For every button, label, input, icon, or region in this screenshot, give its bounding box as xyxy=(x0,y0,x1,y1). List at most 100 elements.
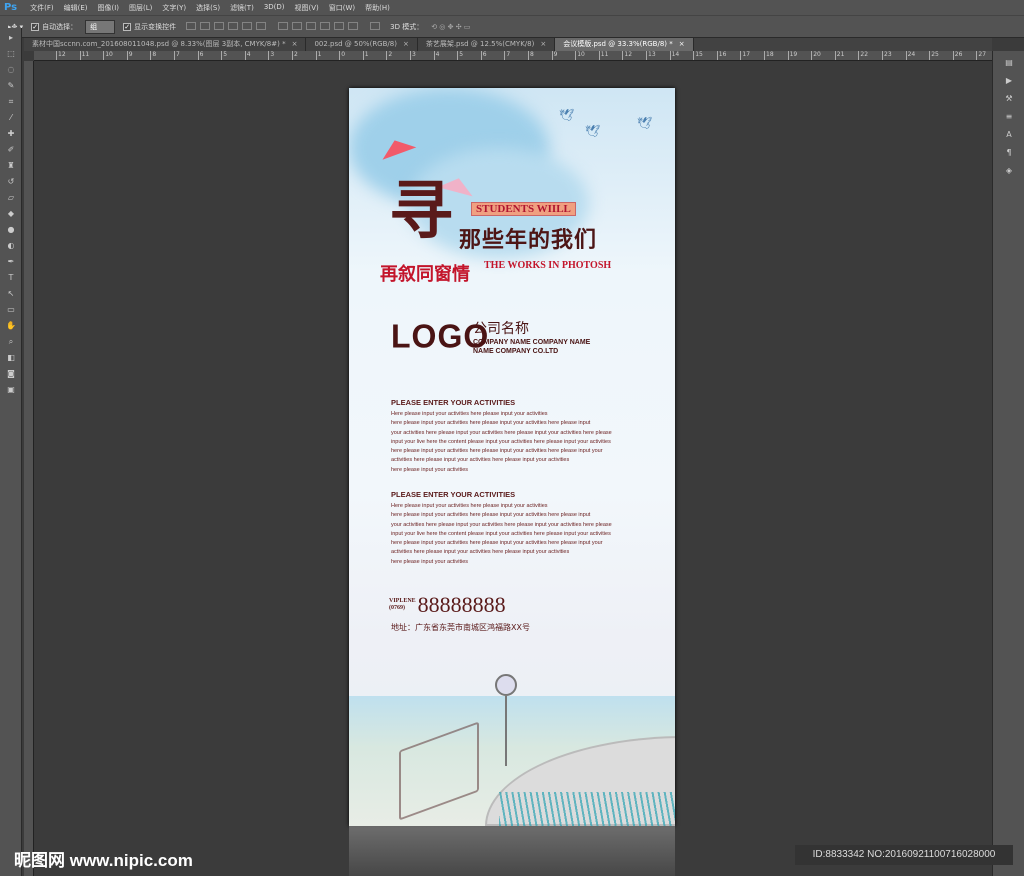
block-line: Here please input your activities here p… xyxy=(391,411,548,417)
hand-tool-icon[interactable]: ✋ xyxy=(4,320,18,332)
ruler-label: 11 xyxy=(598,51,608,60)
ruler-label: 14 xyxy=(669,51,679,60)
menu-item[interactable]: 选择(S) xyxy=(191,3,225,13)
history-brush-icon[interactable]: ↺ xyxy=(4,176,18,188)
tab-label: 素材中国sccnn.com_201608011048.psd @ 8.33%(图… xyxy=(32,40,286,48)
block-line: here please input your activities here p… xyxy=(391,540,603,547)
auto-align-icon[interactable] xyxy=(368,21,382,32)
image-id: ID:8833342 NO:20160921100716028000 xyxy=(795,845,1013,865)
menu-item[interactable]: 文字(Y) xyxy=(157,3,191,13)
bird-icon: 🕊 xyxy=(585,124,601,138)
3d-mode-icons[interactable]: ⟲ ◎ ✥ ✣ ▭ xyxy=(431,23,470,31)
menu-item[interactable]: 窗口(W) xyxy=(324,3,360,13)
ruler-label: 25 xyxy=(929,51,939,60)
stamp-tool-icon[interactable]: ♜ xyxy=(4,160,18,172)
block-line: input your live here the content please … xyxy=(391,438,611,445)
ruler-label: 4 xyxy=(433,51,439,60)
activities-block: PLEASE ENTER YOUR ACTIVITIES Here please … xyxy=(391,398,651,475)
block-line: here please input your activities here p… xyxy=(391,448,603,455)
path-select-icon[interactable]: ↖ xyxy=(4,288,18,300)
ruler-label: 26 xyxy=(952,51,962,60)
color-swatches-icon[interactable]: ◧ xyxy=(4,352,18,364)
actions-icon[interactable]: ▶ xyxy=(1002,75,1016,87)
ruler-label: 11 xyxy=(79,51,89,60)
menu-item[interactable]: 图像(I) xyxy=(93,3,125,13)
menu-item[interactable]: 帮助(H) xyxy=(360,3,395,13)
ruler-label: 18 xyxy=(764,51,774,60)
menu-item[interactable]: 编辑(E) xyxy=(59,3,93,13)
close-icon[interactable]: × xyxy=(679,40,685,48)
ruler-label: 7 xyxy=(504,51,510,60)
ruler-label: 8 xyxy=(150,51,156,60)
sign-pole xyxy=(505,696,507,766)
ruler-label: 6 xyxy=(197,51,203,60)
menu-item[interactable]: 滤镜(T) xyxy=(225,3,259,13)
marquee-tool-icon[interactable]: ⬚ xyxy=(4,48,18,60)
document-tab[interactable]: 茶艺展架.psd @ 12.5%(CMYK/8) × xyxy=(418,38,556,51)
distribute-icons[interactable] xyxy=(276,21,360,32)
dodge-tool-icon[interactable]: ◐ xyxy=(4,240,18,252)
quick-select-tool-icon[interactable]: ✎ xyxy=(4,80,18,92)
ruler-label: 24 xyxy=(905,51,915,60)
bird-icon: 🕊 xyxy=(559,108,575,122)
adjustments-icon[interactable]: ≡ xyxy=(1002,111,1016,123)
3d-icon[interactable]: ◈ xyxy=(1002,165,1016,177)
works-label: THE WORKS IN PHOTOSH xyxy=(484,260,612,271)
block-line: here please input your activities xyxy=(391,466,469,473)
ruler-label: 13 xyxy=(646,51,656,60)
grass-graphic xyxy=(499,792,675,826)
ruler-label: 4 xyxy=(244,51,251,60)
menu-item[interactable]: 文件(F) xyxy=(25,3,59,13)
eraser-tool-icon[interactable]: ▱ xyxy=(4,192,18,204)
block-title: PLEASE ENTER YOUR ACTIVITIES xyxy=(391,398,516,407)
ruler-label: 1 xyxy=(315,51,321,60)
block-line: activities here please input your activi… xyxy=(391,549,570,556)
show-transform-checkbox[interactable]: ✓ 显示变换控件 xyxy=(123,22,176,32)
zoom-tool-icon[interactable]: ⌕ xyxy=(4,336,18,348)
pen-tool-icon[interactable]: ✒ xyxy=(4,256,18,268)
close-icon[interactable]: × xyxy=(403,40,409,48)
lasso-tool-icon[interactable]: ◌ xyxy=(4,64,18,76)
auto-select-label: 自动选择： xyxy=(42,22,78,31)
crop-tool-icon[interactable]: ⌗ xyxy=(4,96,18,108)
move-tool-icon[interactable]: ▸ xyxy=(4,32,18,44)
shape-tool-icon[interactable]: ▭ xyxy=(4,304,18,316)
quick-mask-icon[interactable]: ◙ xyxy=(4,368,18,380)
close-icon[interactable]: × xyxy=(540,40,546,48)
bucket-tool-icon[interactable]: ◆ xyxy=(4,208,18,220)
ruler-label: 9 xyxy=(551,51,557,60)
block-line: here please input your activities here p… xyxy=(391,420,591,427)
eyedropper-tool-icon[interactable]: ⁄ xyxy=(4,112,18,124)
blur-tool-icon[interactable]: ● xyxy=(4,224,18,236)
align-icons[interactable] xyxy=(184,21,268,32)
phone-value: 88888888 xyxy=(417,592,506,617)
options-bar: ▸✥ ▾ ✓ 自动选择： 组 ✓ 显示变换控件 3D 模式： ⟲ ◎ ✥ ✣ ▭ xyxy=(0,15,1024,38)
paragraph-icon[interactable]: ¶ xyxy=(1002,147,1016,159)
menu-item[interactable]: 视图(V) xyxy=(290,3,324,13)
poster-canvas[interactable]: 🕊 🕊 🕊 寻 STUDENTS WIILL 那些年的我们 再叙同窗情 THE … xyxy=(349,88,675,826)
menu-item[interactable]: 3D(D) xyxy=(259,3,290,13)
history-icon[interactable]: ▤ xyxy=(1002,57,1016,69)
auto-select-dropdown[interactable]: 组 xyxy=(85,19,116,34)
tool-presets-icon[interactable]: ⚒ xyxy=(1002,93,1016,105)
ruler-label: 17 xyxy=(740,51,750,60)
screen-mode-icon[interactable]: ▣ xyxy=(4,384,18,396)
document-tab[interactable]: 002.psd @ 50%(RGB/8) × xyxy=(306,38,418,51)
character-icon[interactable]: A xyxy=(1002,129,1016,141)
menu-item[interactable]: 图层(L) xyxy=(124,3,157,13)
auto-select-checkbox[interactable]: ✓ 自动选择： xyxy=(31,22,77,32)
ruler-label: 1 xyxy=(362,51,369,60)
document-tab[interactable]: 素材中国sccnn.com_201608011048.psd @ 8.33%(图… xyxy=(24,38,307,51)
ruler-label: 5 xyxy=(457,51,463,60)
close-icon[interactable]: × xyxy=(292,40,298,48)
healing-tool-icon[interactable]: ✚ xyxy=(4,128,18,140)
block-title: PLEASE ENTER YOUR ACTIVITIES xyxy=(391,490,516,499)
ruler-label: 6 xyxy=(480,51,487,60)
type-tool-icon[interactable]: T xyxy=(4,272,18,284)
phone-number: VIPLENE (0769) 88888888 xyxy=(389,592,506,618)
bench-graphic xyxy=(399,721,479,821)
document-tab[interactable]: 会议模版.psd @ 33.3%(RGB/8) * × xyxy=(555,38,694,51)
brush-tool-icon[interactable]: ✐ xyxy=(4,144,18,156)
tab-label: 茶艺展架.psd @ 12.5%(CMYK/8) xyxy=(425,40,535,48)
block-line: your activities here please input your a… xyxy=(391,429,612,436)
